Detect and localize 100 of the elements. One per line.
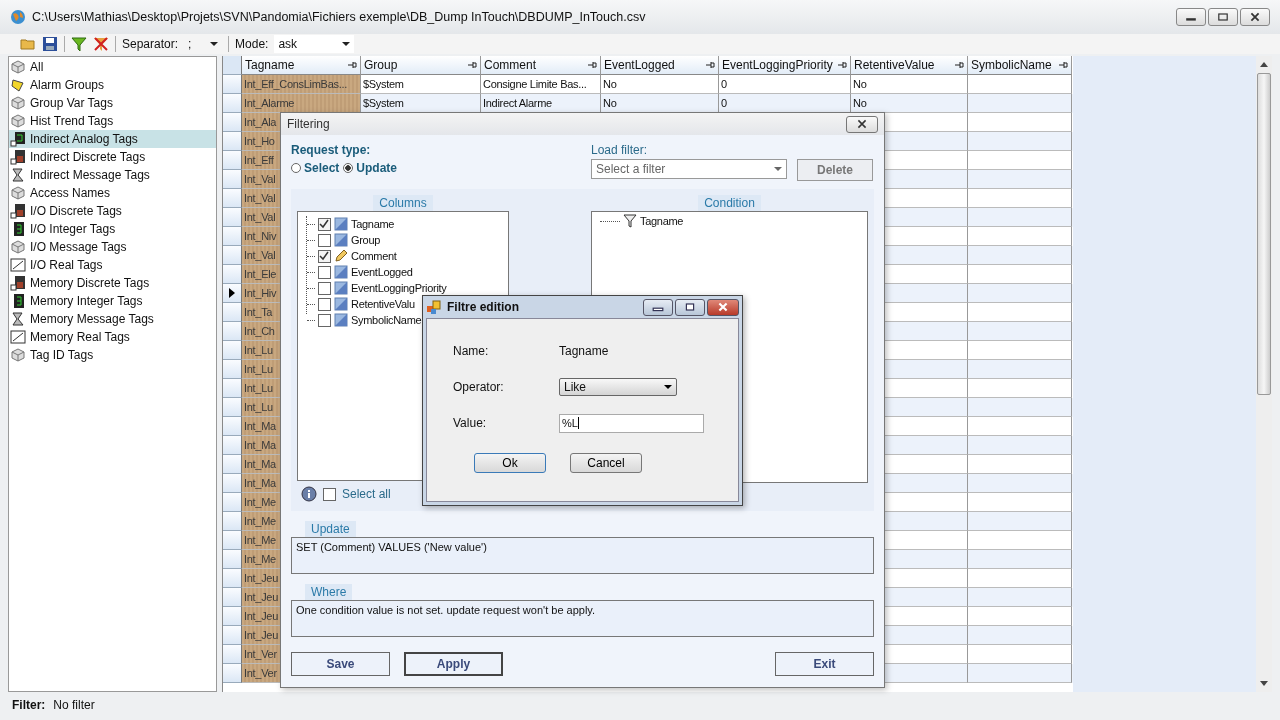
mode-dropdown[interactable]: ask: [274, 35, 355, 53]
pin-icon[interactable]: [705, 61, 715, 69]
save-icon[interactable]: [42, 36, 58, 52]
checkbox[interactable]: [318, 313, 331, 327]
caret-icon: [664, 385, 672, 389]
pin-icon[interactable]: [837, 61, 847, 69]
filter-label: Filter:: [12, 698, 46, 712]
sidebar-item[interactable]: Memory Discrete Tags: [9, 274, 216, 292]
filter-value: No filter: [53, 698, 95, 712]
where-label: Where: [305, 584, 353, 600]
column-header[interactable]: Comment: [481, 56, 601, 75]
cube-icon: [10, 185, 26, 201]
load-filter-label: Load filter:: [591, 143, 649, 157]
maximize-button[interactable]: [1208, 8, 1238, 26]
sidebar-item[interactable]: Indirect Analog Tags: [9, 130, 216, 148]
maximize-icon: [1217, 12, 1229, 22]
scroll-down-icon[interactable]: [1260, 681, 1268, 686]
scrollbar-thumb[interactable]: [1257, 73, 1271, 395]
table-cell: Int_Eff_ConsLimBas...: [242, 75, 361, 94]
update-textbox[interactable]: SET (Comment) VALUES ('New value'): [291, 537, 874, 574]
funnel-icon: [623, 214, 637, 228]
condition-item[interactable]: Tagname: [640, 215, 684, 227]
column-header[interactable]: RetentiveValue: [851, 56, 968, 75]
select-all-checkbox[interactable]: [323, 487, 336, 501]
sidebar-item[interactable]: Memory Real Tags: [9, 328, 216, 346]
column-icon: [334, 265, 348, 279]
columns-label: Columns: [373, 195, 433, 211]
cube-icon: [10, 347, 26, 363]
pin-icon[interactable]: [467, 61, 477, 69]
dialog-button[interactable]: Exit: [775, 652, 874, 676]
checkbox[interactable]: [318, 249, 331, 263]
minimize-button[interactable]: [1176, 8, 1206, 26]
sidebar-item[interactable]: Memory Message Tags: [9, 310, 216, 328]
dialog-button[interactable]: Apply: [404, 652, 503, 676]
separator-label: Separator:: [122, 37, 179, 51]
name-label: Name:: [453, 344, 490, 358]
folder-icon[interactable]: [20, 36, 36, 52]
dialog-title: Filtre edition: [447, 300, 519, 314]
filter-dropdown[interactable]: Select a filter: [591, 159, 787, 179]
sidebar-item[interactable]: I/O Message Tags: [9, 238, 216, 256]
column-header[interactable]: Tagname: [242, 56, 361, 75]
dialog-button[interactable]: Ok: [474, 453, 546, 473]
sidebar-item[interactable]: I/O Integer Tags: [9, 220, 216, 238]
sidebar-item[interactable]: Indirect Discrete Tags: [9, 148, 216, 166]
column-icon: [334, 217, 348, 231]
hourglass-icon: [10, 167, 26, 183]
close-button[interactable]: [846, 115, 878, 133]
caret-icon: [210, 42, 219, 46]
value-input[interactable]: %L: [559, 413, 704, 433]
checkbox[interactable]: [318, 217, 331, 231]
pencil-icon: [334, 249, 348, 263]
minimize-button[interactable]: [643, 298, 673, 316]
column-header[interactable]: EventLoggingPriority: [719, 56, 851, 75]
pin-icon[interactable]: [1058, 61, 1068, 69]
crossed-funnel-icon[interactable]: [93, 36, 109, 52]
sidebar-item[interactable]: I/O Discrete Tags: [9, 202, 216, 220]
globe-icon: [10, 9, 26, 25]
sidebar-item[interactable]: All: [9, 58, 216, 76]
column-icon: [334, 281, 348, 295]
value-label: Value:: [453, 416, 488, 430]
dialog-title: Filtering: [287, 117, 330, 131]
bell-icon: [10, 77, 26, 93]
sidebar-item[interactable]: I/O Real Tags: [9, 256, 216, 274]
pin-icon[interactable]: [954, 61, 964, 69]
sidebar-item[interactable]: Alarm Groups: [9, 76, 216, 94]
delete-button[interactable]: Delete: [797, 159, 873, 181]
column-header[interactable]: Group: [361, 56, 481, 75]
sidebar-item[interactable]: Access Names: [9, 184, 216, 202]
mode-label: Mode:: [235, 37, 269, 51]
close-button[interactable]: [1240, 8, 1270, 26]
sidebar-item[interactable]: Tag ID Tags: [9, 346, 216, 364]
sidebar-item[interactable]: Memory Integer Tags: [9, 292, 216, 310]
checkbox[interactable]: [318, 265, 331, 279]
funnel-icon[interactable]: [71, 36, 87, 52]
where-textbox[interactable]: One condition value is not set. update request won't be apply.: [291, 600, 874, 637]
separator-dropdown[interactable]: ;: [184, 35, 223, 53]
dialog-button[interactable]: Save: [291, 652, 390, 676]
row-header[interactable]: [223, 284, 242, 303]
cube-icon: [10, 239, 26, 255]
scroll-up-icon[interactable]: [1260, 62, 1268, 67]
pin-icon[interactable]: [587, 61, 597, 69]
operator-dropdown[interactable]: Like: [559, 378, 677, 396]
close-icon: [717, 302, 729, 312]
maximize-button[interactable]: [675, 298, 705, 316]
pin-icon[interactable]: [347, 61, 357, 69]
close-button[interactable]: [707, 298, 739, 316]
sidebar-item[interactable]: Hist Trend Tags: [9, 112, 216, 130]
header-corner: [223, 56, 242, 75]
column-header[interactable]: SymbolicName: [968, 56, 1072, 75]
hourglass-icon: [10, 311, 26, 327]
checkbox[interactable]: [318, 297, 331, 311]
dialog-button[interactable]: Cancel: [570, 453, 642, 473]
checkbox[interactable]: [318, 281, 331, 295]
sidebar-item[interactable]: Indirect Message Tags: [9, 166, 216, 184]
checkbox[interactable]: [318, 233, 331, 247]
current-row-icon: [229, 288, 235, 298]
sidebar-item[interactable]: Group Var Tags: [9, 94, 216, 112]
column-header[interactable]: EventLogged: [601, 56, 719, 75]
name-value: Tagname: [559, 344, 609, 358]
checkmark-icon: [319, 250, 329, 261]
